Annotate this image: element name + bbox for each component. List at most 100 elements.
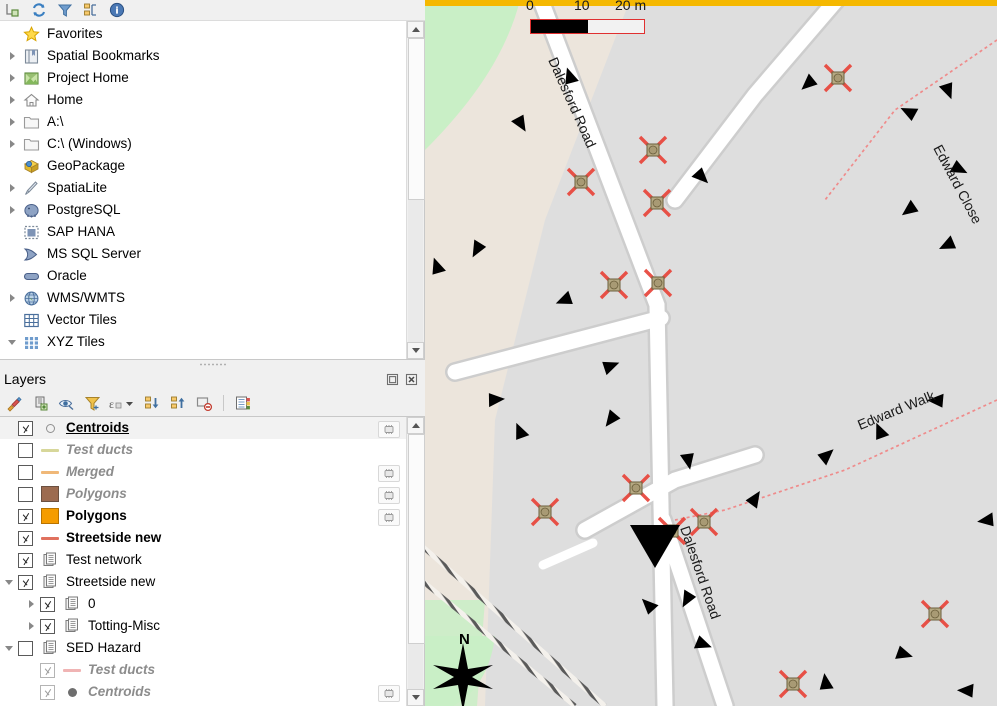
chevron-right-icon[interactable] bbox=[4, 177, 20, 199]
browser-item[interactable]: Vector Tiles bbox=[0, 309, 406, 331]
scroll-track[interactable] bbox=[408, 38, 425, 342]
layer-row[interactable]: Polygons bbox=[0, 483, 406, 505]
chevron-right-icon[interactable] bbox=[4, 111, 20, 133]
layer-row[interactable]: 0 bbox=[0, 593, 406, 615]
browser-item[interactable]: Home bbox=[0, 89, 406, 111]
browser-item[interactable]: C:\ (Windows) bbox=[0, 133, 406, 155]
browser-item[interactable]: Spatial Bookmarks bbox=[0, 45, 406, 67]
open-layer-styling-icon[interactable] bbox=[5, 394, 23, 412]
layer-indicator-icon[interactable] bbox=[378, 509, 400, 526]
layer-order-icon[interactable] bbox=[234, 394, 252, 412]
layer-visibility-checkbox[interactable] bbox=[40, 618, 55, 634]
layer-row[interactable]: Streetside new bbox=[0, 571, 406, 593]
scroll-down-button[interactable] bbox=[407, 689, 424, 706]
layer-visibility-checkbox[interactable] bbox=[18, 530, 33, 546]
browser-item-label: Vector Tiles bbox=[47, 312, 117, 327]
add-group-icon[interactable] bbox=[31, 394, 49, 412]
expander-spacer bbox=[4, 265, 20, 287]
chevron-right-icon[interactable] bbox=[4, 287, 20, 309]
layer-label: Centroids bbox=[88, 684, 152, 699]
layer-indicator-icon[interactable] bbox=[378, 421, 400, 438]
layer-row[interactable]: Polygons bbox=[0, 505, 406, 527]
scroll-up-button[interactable] bbox=[407, 21, 424, 38]
layer-visibility-checkbox[interactable] bbox=[18, 640, 33, 656]
remove-layer-icon[interactable] bbox=[195, 394, 213, 412]
layer-visibility-checkbox[interactable] bbox=[18, 442, 33, 458]
properties-info-icon[interactable] bbox=[108, 2, 125, 19]
refresh-icon[interactable] bbox=[30, 2, 47, 19]
chevron-right-icon[interactable] bbox=[22, 615, 40, 637]
panel-splitter[interactable] bbox=[0, 360, 425, 368]
chevron-down-icon[interactable] bbox=[0, 571, 18, 593]
layer-row[interactable]: Test ducts bbox=[0, 439, 406, 461]
chevron-right-icon[interactable] bbox=[4, 89, 20, 111]
browser-scrollbar[interactable] bbox=[406, 21, 425, 359]
browser-item[interactable]: SAP HANA bbox=[0, 221, 406, 243]
expander-spacer bbox=[0, 439, 18, 461]
layer-visibility-checkbox[interactable] bbox=[18, 420, 33, 436]
browser-item[interactable]: Oracle bbox=[0, 265, 406, 287]
chevron-right-icon[interactable] bbox=[4, 45, 20, 67]
chevron-right-icon[interactable] bbox=[4, 133, 20, 155]
map-canvas[interactable]: 0 10 20 m N Dalesford Road Edward Close Ed… bbox=[425, 0, 997, 706]
close-panel-icon[interactable] bbox=[404, 372, 419, 387]
browser-item[interactable]: A:\ bbox=[0, 111, 406, 133]
manage-layer-visibility-icon[interactable] bbox=[57, 394, 75, 412]
browser-item[interactable]: GeoPackage bbox=[0, 155, 406, 177]
layer-row[interactable]: Centroids bbox=[0, 681, 406, 703]
layers-tree[interactable]: Centroids Test ducts Merged Polygons Polygon… bbox=[0, 417, 406, 706]
layer-row[interactable]: Streetside new bbox=[0, 527, 406, 549]
layer-row[interactable]: Centroids bbox=[0, 417, 406, 439]
layers-scrollbar[interactable] bbox=[406, 417, 425, 706]
layer-row[interactable]: Totting-Misc bbox=[0, 615, 406, 637]
layer-indicator-icon[interactable] bbox=[378, 487, 400, 504]
collapse-all-icon[interactable] bbox=[82, 2, 99, 19]
filter-legend-icon[interactable] bbox=[83, 394, 101, 412]
chevron-down-icon[interactable] bbox=[4, 331, 20, 353]
layer-group-icon bbox=[39, 637, 61, 659]
layer-indicator-icon[interactable] bbox=[378, 465, 400, 482]
scroll-thumb[interactable] bbox=[408, 38, 425, 200]
expander-spacer bbox=[0, 549, 18, 571]
scroll-track[interactable] bbox=[408, 434, 425, 689]
chevron-down-icon[interactable] bbox=[0, 637, 18, 659]
scroll-down-button[interactable] bbox=[407, 342, 424, 359]
layer-row[interactable]: Test ducts bbox=[0, 659, 406, 681]
browser-tree[interactable]: Favorites Spatial Bookmarks Project Home Ho… bbox=[0, 21, 406, 359]
add-selected-layers-icon[interactable] bbox=[4, 2, 21, 19]
collapse-all-icon[interactable] bbox=[169, 394, 187, 412]
layer-visibility-checkbox[interactable] bbox=[18, 574, 33, 590]
layer-row[interactable]: Merged bbox=[0, 461, 406, 483]
svg-text:ε: ε bbox=[109, 397, 114, 411]
layer-visibility-checkbox[interactable] bbox=[18, 486, 33, 502]
layer-visibility-checkbox[interactable] bbox=[40, 662, 55, 678]
browser-item[interactable]: Favorites bbox=[0, 23, 406, 45]
browser-item[interactable]: SpatiaLite bbox=[0, 177, 406, 199]
layer-row[interactable]: Test network bbox=[0, 549, 406, 571]
layer-indicator-icon[interactable] bbox=[378, 685, 400, 702]
scroll-up-button[interactable] bbox=[407, 417, 424, 434]
chevron-right-icon[interactable] bbox=[22, 593, 40, 615]
browser-item[interactable]: PostgreSQL bbox=[0, 199, 406, 221]
expand-all-icon[interactable] bbox=[143, 394, 161, 412]
filter-expression-icon[interactable]: ε bbox=[109, 394, 135, 412]
chevron-right-icon[interactable] bbox=[4, 199, 20, 221]
layer-visibility-checkbox[interactable] bbox=[40, 596, 55, 612]
star-icon bbox=[20, 23, 42, 45]
browser-item[interactable]: Project Home bbox=[0, 67, 406, 89]
chevron-right-icon[interactable] bbox=[4, 67, 20, 89]
scroll-thumb[interactable] bbox=[408, 434, 425, 644]
filter-browser-icon[interactable] bbox=[56, 2, 73, 19]
browser-item[interactable]: WMS/WMTS bbox=[0, 287, 406, 309]
layer-visibility-checkbox[interactable] bbox=[18, 552, 33, 568]
browser-toolbar bbox=[0, 0, 425, 21]
layer-row[interactable]: SED Hazard bbox=[0, 637, 406, 659]
layer-label: Streetside new bbox=[66, 574, 156, 589]
spatialite-icon bbox=[20, 177, 42, 199]
layer-visibility-checkbox[interactable] bbox=[18, 464, 33, 480]
browser-item[interactable]: XYZ Tiles bbox=[0, 331, 406, 353]
browser-item[interactable]: MS SQL Server bbox=[0, 243, 406, 265]
layer-visibility-checkbox[interactable] bbox=[40, 684, 55, 700]
float-panel-icon[interactable] bbox=[385, 372, 400, 387]
layer-visibility-checkbox[interactable] bbox=[18, 508, 33, 524]
